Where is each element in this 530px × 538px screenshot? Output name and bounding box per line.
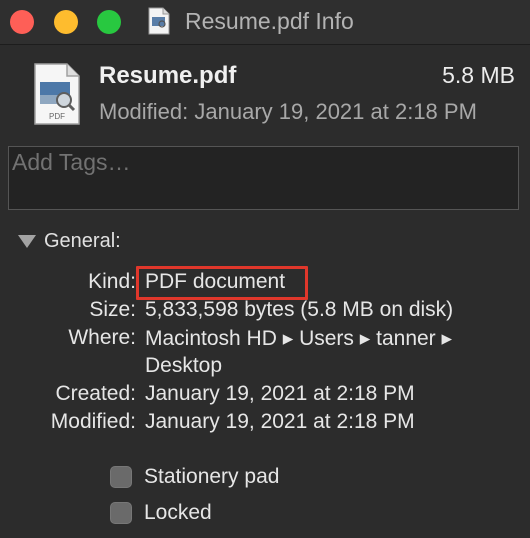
modified-value: January 19, 2021 at 2:18 PM <box>145 410 415 433</box>
modified-label: Modified: <box>50 410 136 433</box>
created-label: Created: <box>55 382 136 405</box>
zoom-button[interactable] <box>97 10 121 34</box>
file-modified-date: Modified: January 19, 2021 at 2:18 PM <box>99 99 477 124</box>
title-bar[interactable]: Resume.pdf Info <box>0 0 530 44</box>
where-value: Macintosh HD ▸ Users ▸ tanner ▸ <box>145 327 453 350</box>
where-value-continued: Desktop <box>145 354 223 377</box>
general-section-toggle[interactable]: General: <box>18 228 121 254</box>
file-size: 5.8 MB <box>442 62 515 88</box>
where-row: Where: Macintosh HD ▸ Users ▸ tanner ▸ <box>0 326 530 352</box>
stationery-pad-label: Stationery pad <box>144 465 280 488</box>
size-value: 5,833,598 bytes (5.8 MB on disk) <box>145 298 454 321</box>
locked-checkbox[interactable] <box>110 502 132 524</box>
file-icon-label: PDF <box>49 112 65 121</box>
pdf-document-icon <box>148 7 170 35</box>
general-section-label: General: <box>44 229 121 252</box>
created-value: January 19, 2021 at 2:18 PM <box>145 382 415 405</box>
size-label: Size: <box>89 298 136 321</box>
close-button[interactable] <box>10 10 34 34</box>
minimize-button[interactable] <box>54 10 78 34</box>
divider <box>0 44 530 45</box>
pdf-document-icon: PDF <box>34 63 80 125</box>
created-row: Created: January 19, 2021 at 2:18 PM <box>0 382 530 408</box>
stationery-pad-option[interactable]: Stationery pad <box>110 464 279 490</box>
disclosure-triangle-icon[interactable] <box>18 234 36 248</box>
kind-label: Kind: <box>88 270 136 293</box>
file-name: Resume.pdf <box>99 62 237 89</box>
locked-option[interactable]: Locked <box>110 500 212 526</box>
size-row: Size: 5,833,598 bytes (5.8 MB on disk) <box>0 298 530 324</box>
window-title: Resume.pdf Info <box>185 8 354 34</box>
info-window: Resume.pdf Info PDF Resume.pdf 5.8 MB Mo… <box>0 0 530 538</box>
kind-row: Kind: PDF document <box>0 270 530 296</box>
modified-row: Modified: January 19, 2021 at 2:18 PM <box>0 410 530 436</box>
add-tags-input[interactable] <box>8 146 519 210</box>
stationery-pad-checkbox[interactable] <box>110 466 132 488</box>
kind-value: PDF document <box>145 270 286 293</box>
where-label: Where: <box>68 326 136 349</box>
locked-label: Locked <box>144 501 212 524</box>
where-row-continued: Desktop <box>0 354 530 380</box>
